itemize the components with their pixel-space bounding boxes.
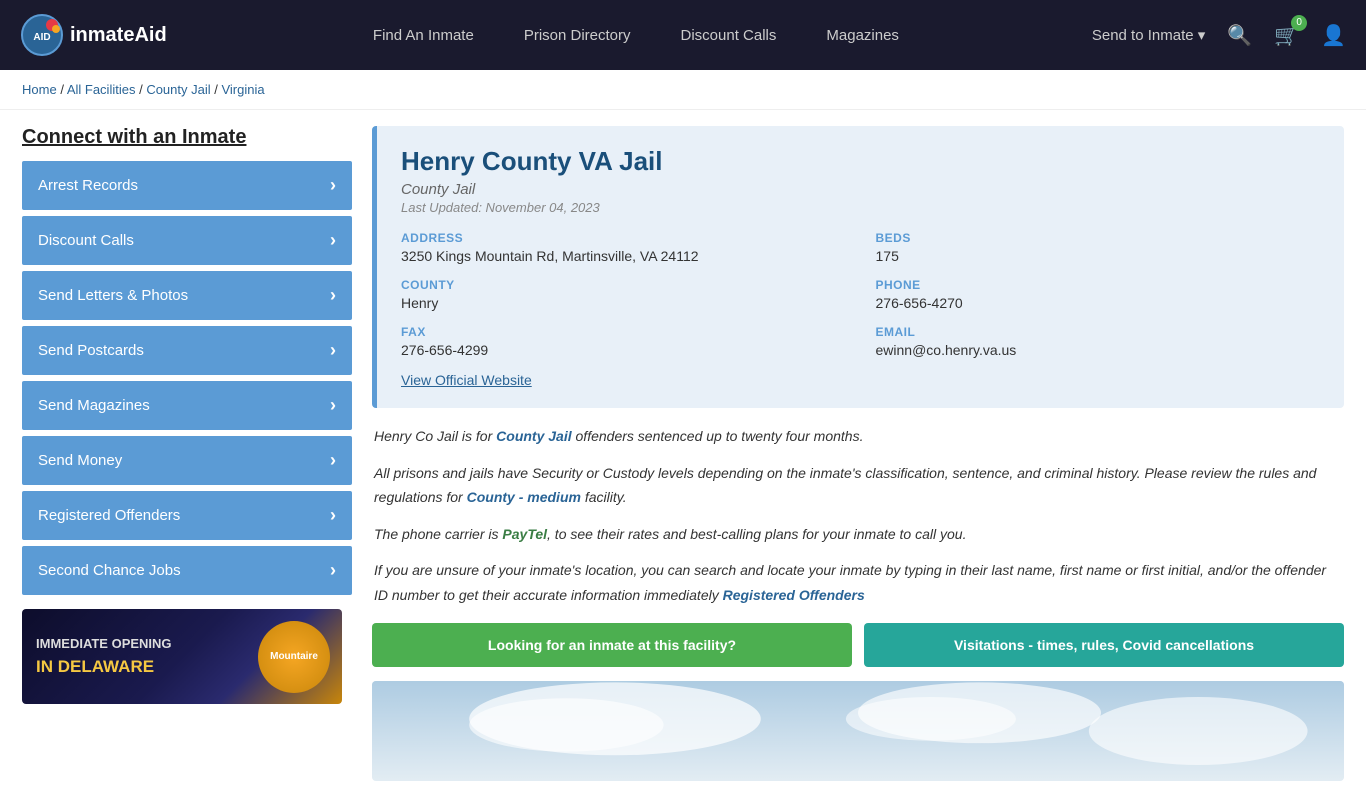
sky-graphic: [372, 681, 1344, 781]
main-layout: Connect with an Inmate Arrest Records › …: [0, 110, 1366, 797]
ad-brand: Mountaire: [266, 647, 322, 667]
facility-description: Henry Co Jail is for County Jail offende…: [372, 424, 1344, 607]
search-icon[interactable]: 🔍: [1227, 23, 1252, 48]
facility-content: Henry County VA Jail County Jail Last Up…: [372, 126, 1344, 781]
county-value: Henry: [401, 295, 846, 311]
official-website-link[interactable]: View Official Website: [401, 372, 532, 388]
site-header: AID inmateAid Find An Inmate Prison Dire…: [0, 0, 1366, 70]
logo-icon: AID: [20, 13, 64, 57]
nav-find-inmate[interactable]: Find An Inmate: [373, 27, 474, 44]
chevron-right-icon: ›: [330, 560, 336, 581]
sidebar-item-send-money[interactable]: Send Money ›: [22, 436, 352, 485]
user-icon[interactable]: 👤: [1321, 23, 1346, 48]
nav-discount-calls[interactable]: Discount Calls: [681, 27, 777, 44]
description-para4: If you are unsure of your inmate's locat…: [374, 558, 1342, 607]
fax-value: 276-656-4299: [401, 342, 846, 358]
beds-label: BEDS: [876, 231, 1321, 245]
chevron-right-icon: ›: [330, 340, 336, 361]
phone-value: 276-656-4270: [876, 295, 1321, 311]
fax-label: FAX: [401, 325, 846, 339]
description-para1: Henry Co Jail is for County Jail offende…: [374, 424, 1342, 449]
info-grid: ADDRESS 3250 Kings Mountain Rd, Martinsv…: [401, 231, 1320, 358]
chevron-right-icon: ›: [330, 505, 336, 526]
description-para2: All prisons and jails have Security or C…: [374, 461, 1342, 510]
sidebar-title: Connect with an Inmate: [22, 126, 352, 149]
sidebar-item-label: Send Postcards: [38, 342, 144, 359]
nav-prison-directory[interactable]: Prison Directory: [524, 27, 631, 44]
county-field: COUNTY Henry: [401, 278, 846, 311]
sidebar-item-label: Send Letters & Photos: [38, 287, 188, 304]
nav-magazines[interactable]: Magazines: [826, 27, 899, 44]
header-right: Send to Inmate ▾ 🔍 🛒 0 👤: [1092, 23, 1346, 48]
facility-type: County Jail: [401, 181, 1320, 198]
cart-badge: 0: [1291, 15, 1307, 31]
sidebar-ad[interactable]: IMMEDIATE OPENING IN DELAWARE Mountaire: [22, 609, 342, 704]
sidebar: Connect with an Inmate Arrest Records › …: [22, 126, 352, 704]
ad-logo-circle: Mountaire: [258, 621, 330, 693]
chevron-right-icon: ›: [330, 395, 336, 416]
sidebar-item-registered-offenders[interactable]: Registered Offenders ›: [22, 491, 352, 540]
sidebar-item-send-magazines[interactable]: Send Magazines ›: [22, 381, 352, 430]
chevron-right-icon: ›: [330, 285, 336, 306]
logo-text: inmateAid: [70, 24, 167, 47]
county-medium-link[interactable]: County - medium: [467, 489, 581, 505]
ad-content: IMMEDIATE OPENING IN DELAWARE: [22, 622, 186, 691]
county-jail-link[interactable]: County Jail: [496, 428, 571, 444]
sidebar-item-second-chance-jobs[interactable]: Second Chance Jobs ›: [22, 546, 352, 595]
beds-value: 175: [876, 248, 1321, 264]
sidebar-item-label: Send Money: [38, 452, 122, 469]
breadcrumb-all-facilities[interactable]: All Facilities: [67, 82, 136, 97]
bottom-image-strip: [372, 681, 1344, 781]
chevron-right-icon: ›: [330, 175, 336, 196]
sidebar-item-discount-calls[interactable]: Discount Calls ›: [22, 216, 352, 265]
county-label: COUNTY: [401, 278, 846, 292]
breadcrumb-home[interactable]: Home: [22, 82, 57, 97]
email-field: EMAIL ewinn@co.henry.va.us: [876, 325, 1321, 358]
email-label: EMAIL: [876, 325, 1321, 339]
send-to-inmate-menu[interactable]: Send to Inmate ▾: [1092, 26, 1205, 44]
svg-text:AID: AID: [33, 32, 50, 43]
address-label: ADDRESS: [401, 231, 846, 245]
looking-for-inmate-button[interactable]: Looking for an inmate at this facility?: [372, 623, 852, 667]
action-buttons: Looking for an inmate at this facility? …: [372, 623, 1344, 667]
fax-field: FAX 276-656-4299: [401, 325, 846, 358]
sidebar-item-label: Second Chance Jobs: [38, 562, 181, 579]
registered-offenders-link[interactable]: Registered Offenders: [723, 587, 865, 603]
sidebar-item-label: Registered Offenders: [38, 507, 180, 524]
facility-name: Henry County VA Jail: [401, 146, 1320, 177]
breadcrumb: Home / All Facilities / County Jail / Vi…: [0, 70, 1366, 110]
phone-field: PHONE 276-656-4270: [876, 278, 1321, 311]
sidebar-item-arrest-records[interactable]: Arrest Records ›: [22, 161, 352, 210]
sidebar-item-label: Send Magazines: [38, 397, 150, 414]
sidebar-item-label: Arrest Records: [38, 177, 138, 194]
breadcrumb-county-jail[interactable]: County Jail: [146, 82, 210, 97]
facility-last-updated: Last Updated: November 04, 2023: [401, 200, 1320, 215]
email-value: ewinn@co.henry.va.us: [876, 342, 1321, 358]
official-link-container: View Official Website: [401, 372, 1320, 388]
breadcrumb-virginia[interactable]: Virginia: [221, 82, 264, 97]
chevron-right-icon: ›: [330, 450, 336, 471]
phone-label: PHONE: [876, 278, 1321, 292]
address-value: 3250 Kings Mountain Rd, Martinsville, VA…: [401, 248, 846, 264]
sidebar-item-send-letters[interactable]: Send Letters & Photos ›: [22, 271, 352, 320]
logo[interactable]: AID inmateAid: [20, 13, 180, 57]
ad-line1: IMMEDIATE OPENING: [36, 634, 172, 654]
visitations-button[interactable]: Visitations - times, rules, Covid cancel…: [864, 623, 1344, 667]
ad-line2: IN DELAWARE: [36, 654, 172, 680]
facility-card: Henry County VA Jail County Jail Last Up…: [372, 126, 1344, 408]
sidebar-item-send-postcards[interactable]: Send Postcards ›: [22, 326, 352, 375]
beds-field: BEDS 175: [876, 231, 1321, 264]
chevron-right-icon: ›: [330, 230, 336, 251]
description-para3: The phone carrier is PayTel, to see thei…: [374, 522, 1342, 547]
sidebar-item-label: Discount Calls: [38, 232, 134, 249]
address-field: ADDRESS 3250 Kings Mountain Rd, Martinsv…: [401, 231, 846, 264]
paytel-link[interactable]: PayTel: [502, 526, 547, 542]
main-nav: Find An Inmate Prison Directory Discount…: [200, 27, 1072, 44]
cart-icon[interactable]: 🛒 0: [1274, 23, 1299, 48]
